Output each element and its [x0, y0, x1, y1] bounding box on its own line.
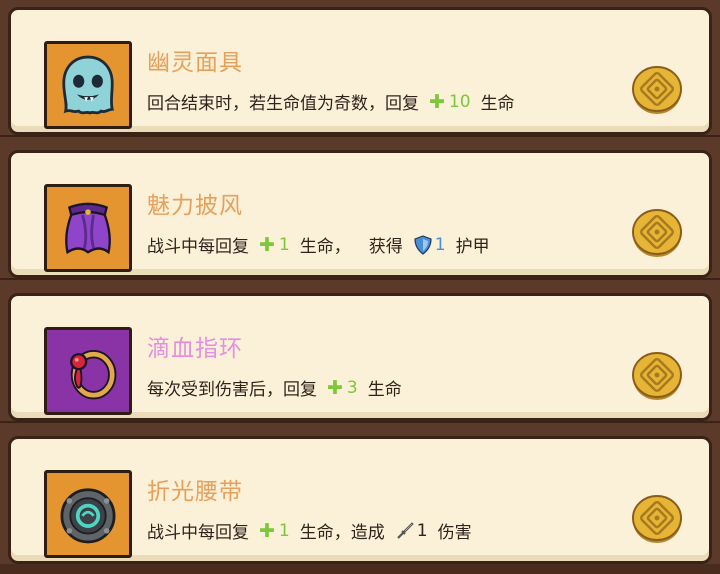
heal-value: 10	[448, 91, 471, 112]
relic-portrait	[44, 184, 132, 272]
relic-card-ghost-mask[interactable]: 幽灵面具 回合结束时，若生命值为奇数，回复 ✚ 10 生命	[8, 7, 712, 135]
plus-icon: ✚	[259, 233, 275, 256]
relic-card-charm-cloak[interactable]: 魅力披风 战斗中每回复 ✚ 1 生命， 获得 1 护甲	[8, 150, 712, 278]
armor-value: 1	[434, 234, 446, 255]
relic-description: 每次受到伤害后，回复 ✚ 3 生命	[147, 375, 402, 401]
desc-unit: 生命，造成	[299, 523, 385, 543]
sword-icon	[396, 521, 414, 539]
gold-coin-icon[interactable]	[631, 207, 683, 259]
relic-title: 幽灵面具	[147, 50, 243, 76]
desc-extra: 获得	[368, 237, 403, 257]
plus-icon: ✚	[429, 90, 445, 113]
ghost-mask-icon	[62, 55, 115, 115]
desc-text: 回合结束时，若生命值为奇数，回复	[147, 94, 419, 114]
desc-text: 战斗中每回复	[147, 523, 249, 543]
heal-value: 1	[278, 520, 290, 541]
relic-portrait	[44, 327, 132, 415]
relic-description: 战斗中每回复 ✚ 1 生命， 获得 1 护甲	[147, 232, 490, 258]
relic-description: 回合结束时，若生命值为奇数，回复 ✚ 10 生命	[147, 89, 515, 115]
desc-unit: 生命	[480, 94, 515, 114]
damage-unit: 伤害	[437, 523, 472, 543]
plus-icon: ✚	[327, 376, 343, 399]
desc-text: 战斗中每回复	[147, 237, 249, 257]
heal-value: 1	[278, 234, 290, 255]
plus-icon: ✚	[259, 519, 275, 542]
relic-card-refraction-belt[interactable]: 折光腰带 战斗中每回复 ✚ 1 生命，造成 1 伤害	[8, 436, 712, 564]
relic-title: 折光腰带	[147, 479, 243, 505]
relic-portrait	[44, 41, 132, 129]
desc-text: 每次受到伤害后，回复	[147, 380, 317, 400]
gold-coin-icon[interactable]	[631, 64, 683, 116]
relic-title: 魅力披风	[147, 193, 243, 219]
blood-ring-icon	[70, 350, 117, 400]
damage-value: 1	[416, 520, 428, 541]
gold-coin-icon[interactable]	[631, 493, 683, 545]
desc-unit: 生命，	[299, 237, 351, 257]
relic-portrait	[44, 470, 132, 558]
armor-unit: 护甲	[455, 237, 490, 257]
shield-icon	[414, 234, 432, 255]
belt-icon	[60, 488, 116, 544]
heal-value: 3	[346, 377, 358, 398]
cloak-icon	[65, 202, 111, 255]
relic-card-blood-ring[interactable]: 滴血指环 每次受到伤害后，回复 ✚ 3 生命	[8, 293, 712, 421]
relic-title: 滴血指环	[147, 336, 243, 362]
relic-description: 战斗中每回复 ✚ 1 生命，造成 1 伤害	[147, 518, 472, 544]
gold-coin-icon[interactable]	[631, 350, 683, 402]
desc-unit: 生命	[367, 380, 402, 400]
